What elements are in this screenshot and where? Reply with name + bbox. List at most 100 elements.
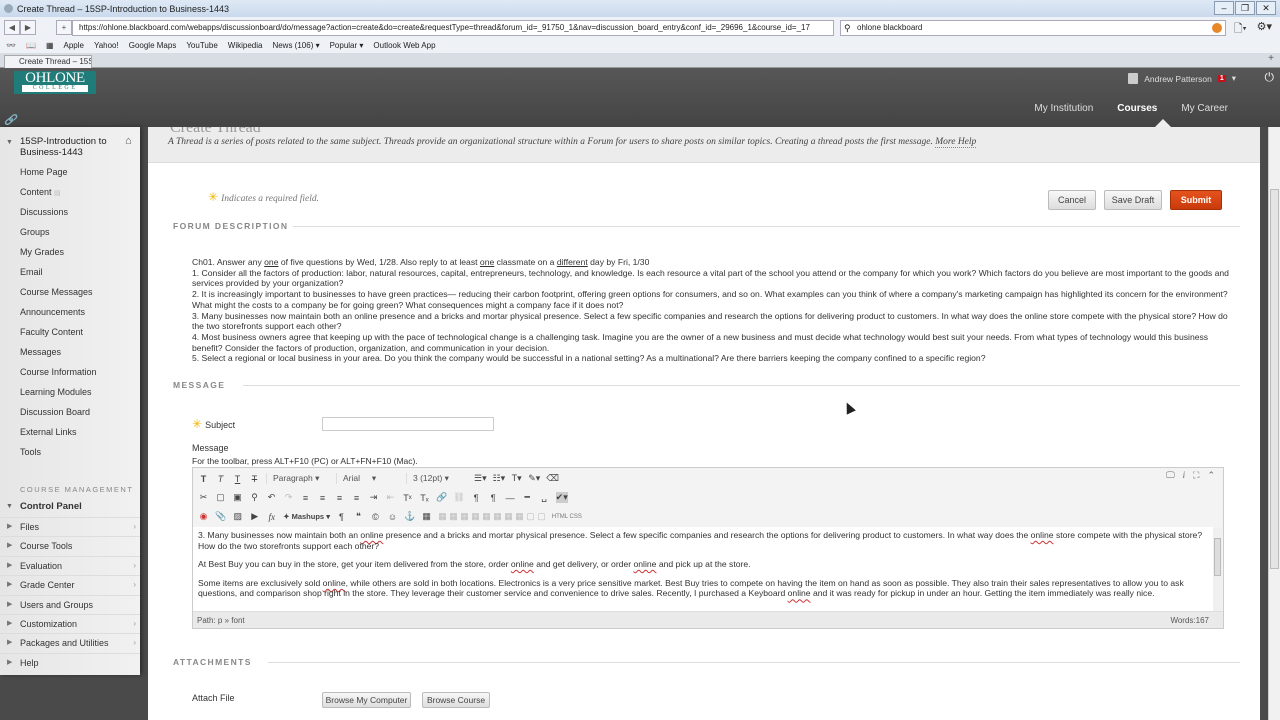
save-draft-button[interactable]: Save Draft	[1104, 190, 1162, 210]
sidebar-item-discussions[interactable]: Discussions	[20, 205, 97, 225]
bookmark-outlook[interactable]: Outlook Web App	[373, 41, 435, 50]
find-icon[interactable]: ⚲	[249, 492, 260, 503]
thick-rule-icon[interactable]: ━	[522, 492, 533, 503]
align-left-icon[interactable]: ≡	[300, 493, 311, 503]
size-select[interactable]: 3 (12pt) ▾	[406, 473, 468, 484]
image-icon[interactable]: ▨	[232, 511, 243, 522]
sidebar-item-email[interactable]: Email	[20, 265, 97, 285]
browse-my-computer-button[interactable]: Browse My Computer	[322, 692, 411, 708]
course-title[interactable]: 15SP-Introduction to Business-1443	[20, 136, 118, 158]
cp-item-grade-center[interactable]: ▶ Grade Center ›	[0, 575, 140, 594]
restore-button[interactable]: ❐	[1235, 1, 1255, 15]
align-center-icon[interactable]: ≡	[317, 493, 328, 503]
paste-icon[interactable]: ▣	[232, 492, 243, 503]
font-select[interactable]: Arial ▾	[336, 473, 400, 484]
editor-scrollbar[interactable]	[1213, 528, 1222, 612]
cp-item-course-tools[interactable]: ▶ Course Tools	[0, 536, 140, 555]
sidebar-item-home-page[interactable]: Home Page	[20, 165, 97, 185]
subscript-icon[interactable]: Tₓ	[419, 493, 430, 503]
bookmark-popular[interactable]: Popular ▾	[330, 41, 364, 50]
nonbreaking-space-icon[interactable]: ␣	[539, 492, 550, 503]
unlink-icon[interactable]: ⛓	[453, 492, 464, 503]
sidebar-item-my-grades[interactable]: My Grades	[20, 245, 97, 265]
user-menu[interactable]: Andrew Patterson 1 ▾	[1128, 70, 1236, 87]
sidebar-item-course-information[interactable]: Course Information	[20, 365, 97, 385]
browse-course-button[interactable]: Browse Course	[422, 692, 490, 708]
quote-icon[interactable]: ❝	[353, 511, 364, 522]
close-button[interactable]: ✕	[1256, 1, 1276, 15]
minimize-button[interactable]: –	[1214, 1, 1234, 15]
page-scrollbar[interactable]	[1268, 127, 1280, 720]
outdent-icon[interactable]: ⇤	[385, 492, 396, 503]
bookmark-wikipedia[interactable]: Wikipedia	[228, 41, 263, 50]
sidebar-item-groups[interactable]: Groups	[20, 225, 97, 245]
preview-icon[interactable]: 🖵	[1166, 470, 1175, 481]
message-body[interactable]: 3. Many businesses now maintain both an …	[193, 527, 1213, 611]
html-css-button[interactable]: HTML CSS	[552, 514, 582, 520]
italic-icon[interactable]: T	[215, 474, 226, 484]
bookmark-youtube[interactable]: YouTube	[186, 41, 217, 50]
collapse-toolbar-icon[interactable]: ⌃	[1207, 470, 1215, 481]
indent-icon[interactable]: ⇥	[368, 492, 379, 503]
back-button[interactable]: ◀	[4, 20, 20, 35]
info-icon[interactable]: i	[1183, 470, 1186, 481]
align-right-icon[interactable]: ≡	[334, 493, 345, 503]
tab-my-career[interactable]: My Career	[1181, 103, 1228, 114]
scroll-thumb[interactable]	[1214, 538, 1221, 576]
more-help-link[interactable]: More Help	[935, 137, 977, 148]
bookmarks-icon[interactable]: 📖	[26, 41, 36, 50]
ohlone-logo[interactable]: OHLONE COLLEGE	[14, 71, 96, 94]
top-sites-icon[interactable]: ▦	[46, 41, 54, 50]
control-panel-heading[interactable]: Control Panel	[20, 501, 82, 512]
mashups-button[interactable]: ✦ Mashups ▾	[283, 512, 330, 521]
highlight-icon[interactable]: ✎▾	[528, 473, 540, 484]
pin-icon[interactable]: 🔗	[4, 115, 16, 126]
collapse-icon[interactable]: ▼	[6, 503, 13, 510]
emoticon-icon[interactable]: ☺	[387, 512, 398, 522]
math-icon[interactable]: fx	[266, 512, 277, 522]
sidebar-item-learning-modules[interactable]: Learning Modules	[20, 385, 97, 405]
bookmark-yahoo[interactable]: Yahoo!	[94, 41, 119, 50]
home-icon[interactable]: ⌂	[125, 135, 132, 147]
cp-item-evaluation[interactable]: ▶ Evaluation ›	[0, 555, 140, 575]
reading-list-icon[interactable]: 👓	[6, 41, 16, 50]
paragraph-icon[interactable]: ¶	[336, 512, 347, 522]
collapse-icon[interactable]: ▼	[6, 139, 13, 146]
attach-icon[interactable]: 📎	[215, 511, 226, 522]
text-color-icon[interactable]: T▾	[511, 473, 522, 484]
scroll-thumb[interactable]	[1270, 189, 1279, 569]
sidebar-item-announcements[interactable]: Announcements	[20, 305, 97, 325]
cp-item-users-and-groups[interactable]: ▶ Users and Groups	[0, 594, 140, 614]
gear-icon[interactable]: ⚙▾	[1257, 20, 1272, 39]
cp-item-files[interactable]: ▶ Files ›	[0, 517, 140, 536]
ltr-icon[interactable]: ¶	[471, 493, 482, 503]
format-select[interactable]: Paragraph ▾	[266, 473, 330, 484]
logout-icon[interactable]: ⏻	[1265, 70, 1275, 85]
justify-icon[interactable]: ≡	[351, 493, 362, 503]
search-engine-icon[interactable]	[1212, 23, 1222, 33]
cut-icon[interactable]: ✂	[198, 492, 209, 503]
cp-item-customization[interactable]: ▶ Customization ›	[0, 613, 140, 633]
eraser-icon[interactable]: ⌫	[546, 473, 559, 484]
submit-button[interactable]: Submit	[1170, 190, 1222, 210]
cp-item-packages-and-utilities[interactable]: ▶ Packages and Utilities ›	[0, 633, 140, 652]
superscript-icon[interactable]: Tˣ	[402, 493, 413, 503]
add-tab-icon[interactable]: +	[1268, 53, 1274, 64]
underline-icon[interactable]: T	[232, 474, 243, 484]
cp-item-help[interactable]: ▶ Help	[0, 652, 140, 672]
bookmark-google-maps[interactable]: Google Maps	[129, 41, 177, 50]
subject-input[interactable]	[322, 417, 494, 431]
sidebar-item-content[interactable]: Content ▤	[20, 185, 97, 205]
bold-icon[interactable]: T	[198, 474, 209, 484]
link-icon[interactable]: 🔗	[436, 492, 447, 503]
tab-courses[interactable]: Courses	[1117, 103, 1157, 114]
sidebar-item-course-messages[interactable]: Course Messages	[20, 285, 97, 305]
strikethrough-icon[interactable]: T	[249, 474, 260, 484]
page-menu-icon[interactable]: 🗋▾	[1234, 20, 1247, 39]
fullscreen-icon[interactable]: ⛶	[1193, 470, 1199, 481]
undo-icon[interactable]: ↶	[266, 492, 277, 503]
copy-icon[interactable]: ▢	[215, 492, 226, 503]
redo-icon[interactable]: ↷	[283, 492, 294, 503]
sidebar-item-external-links[interactable]: External Links	[20, 425, 97, 445]
rtl-icon[interactable]: ¶	[488, 493, 499, 503]
